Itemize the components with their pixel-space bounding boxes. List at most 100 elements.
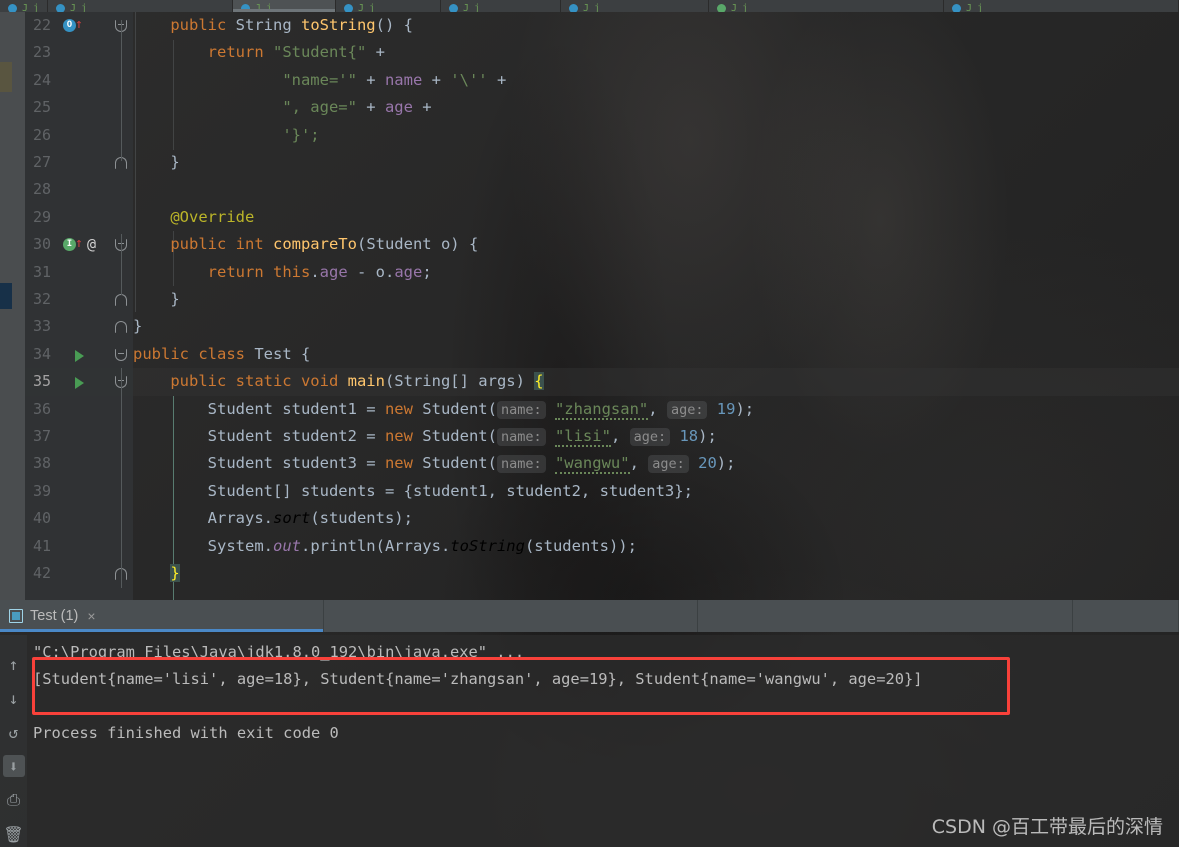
code-token: '\'' bbox=[450, 70, 488, 89]
navigate-up-arrow-icon[interactable]: ↑ bbox=[75, 18, 83, 32]
tab-label-glyph: J bbox=[731, 3, 738, 13]
code-line[interactable]: "name='" + name + '\'' + bbox=[133, 67, 1179, 94]
code-line[interactable]: Student[] students = {student1, student2… bbox=[133, 478, 1179, 505]
code-line[interactable]: public static void main(String[] args) { bbox=[133, 368, 1179, 396]
java-class-icon bbox=[569, 4, 578, 12]
editor-tab-strip[interactable]: JjJjJjJjJjJjJjJj bbox=[0, 0, 1179, 12]
fold-expand-icon[interactable] bbox=[115, 348, 127, 361]
code-token: name bbox=[384, 70, 423, 89]
parameter-hint-chip: name: bbox=[496, 428, 546, 446]
fold-connector-line bbox=[121, 234, 122, 295]
run-tab-bar[interactable]: Test (1) × bbox=[0, 600, 1179, 632]
code-token: @Override bbox=[170, 207, 255, 226]
parameter-hint-chip: age: bbox=[666, 400, 708, 419]
code-token: age bbox=[319, 262, 348, 281]
ide-window: JjJjJjJjJjJjJjJj 22 O ↑ 23 24 25 26 27 28 29 30 I ↑ @… bbox=[0, 0, 1179, 847]
code-line[interactable] bbox=[133, 176, 1179, 203]
code-line[interactable]: } bbox=[133, 149, 1179, 176]
code-token: (Student o) { bbox=[356, 235, 479, 254]
java-test-icon bbox=[717, 4, 726, 12]
code-token: Student student2 = bbox=[133, 427, 385, 445]
down-arrow-icon[interactable]: ↓ bbox=[3, 687, 25, 709]
java-class-icon bbox=[449, 4, 458, 12]
annotation-at-icon[interactable]: @ bbox=[87, 236, 96, 253]
tab-label-glyph: j bbox=[266, 3, 273, 13]
code-token: Student student3 = bbox=[133, 454, 385, 473]
close-icon[interactable]: × bbox=[87, 608, 95, 624]
java-class-icon bbox=[952, 4, 961, 12]
trash-icon[interactable]: 🗑 bbox=[3, 823, 25, 845]
editor-tab-0[interactable]: Jj bbox=[0, 0, 48, 12]
run-tool-window[interactable]: Test (1) × ↑ ↓ ↺ ⬇ ⎙ 🗑 "C:\Program Files\Java\… bbox=[0, 600, 1179, 847]
code-token: out bbox=[272, 536, 301, 555]
parameter-hint-chip: name: bbox=[496, 455, 546, 474]
code-token: public bbox=[170, 235, 236, 254]
code-token: } bbox=[133, 153, 180, 171]
code-token: "name='" bbox=[282, 70, 357, 89]
code-line[interactable]: } bbox=[133, 313, 1179, 340]
code-line[interactable]: System.out.println(Arrays.toString(stude… bbox=[133, 533, 1179, 560]
fold-end-icon[interactable] bbox=[115, 294, 127, 306]
code-line[interactable]: Arrays.sort(students); bbox=[133, 505, 1179, 532]
fold-end-icon[interactable] bbox=[115, 321, 127, 334]
code-line[interactable]: } bbox=[133, 560, 1179, 587]
editor-tab-3[interactable]: Jj bbox=[336, 0, 441, 12]
code-line[interactable]: } bbox=[133, 286, 1179, 313]
code-line[interactable]: '}'; bbox=[133, 122, 1179, 149]
parameter-hint-chip: age: bbox=[648, 455, 689, 474]
code-token: - o. bbox=[347, 262, 395, 281]
code-token: compareTo bbox=[272, 235, 357, 254]
stripe-marker-warning[interactable] bbox=[0, 62, 12, 92]
code-line[interactable]: ", age=" + age + bbox=[133, 94, 1179, 121]
code-line[interactable]: @Override bbox=[133, 204, 1179, 231]
code-token: new bbox=[384, 399, 423, 418]
run-gutter-icon[interactable] bbox=[75, 377, 84, 390]
editor-tab-1[interactable]: Jj bbox=[48, 0, 233, 12]
run-toolbar[interactable]: ↑ ↓ ↺ ⬇ ⎙ 🗑 bbox=[0, 635, 27, 847]
code-editor[interactable]: 22 O ↑ 23 24 25 26 27 28 29 30 I ↑ @31 32 33 34 35 36 37 38 3… bbox=[0, 12, 1179, 600]
code-token: public static void bbox=[170, 372, 348, 391]
code-token: (String[] args) bbox=[384, 372, 535, 391]
editor-tab-6[interactable]: Jj bbox=[709, 0, 944, 12]
code-token: age bbox=[394, 262, 423, 281]
editor-tab-4[interactable]: Jj bbox=[441, 0, 561, 12]
code-token: sort bbox=[272, 509, 311, 528]
code-folding-strip[interactable] bbox=[108, 12, 133, 600]
code-line[interactable]: public String toString() { bbox=[133, 12, 1179, 39]
editor-tab-7[interactable]: Jj bbox=[944, 0, 1179, 12]
editor-tab-5[interactable]: Jj bbox=[561, 0, 709, 12]
code-token: + bbox=[487, 70, 507, 89]
stripe-marker-caret[interactable] bbox=[0, 283, 12, 309]
code-line[interactable]: Student student3 = new Student(name: "wa… bbox=[133, 450, 1179, 477]
code-token: Student( bbox=[422, 399, 497, 418]
error-stripe-scrollbar[interactable] bbox=[0, 12, 12, 600]
code-token: Student student1 = bbox=[133, 399, 385, 418]
code-line[interactable]: public class Test { bbox=[133, 341, 1179, 368]
run-gutter-icon[interactable] bbox=[75, 349, 84, 362]
console-command-line: "C:\Program Files\Java\jdk1.8.0_192\bin\… bbox=[33, 643, 525, 661]
console-icon bbox=[9, 609, 23, 623]
navigate-up-arrow-icon[interactable]: ↑ bbox=[75, 237, 83, 251]
editor-tab-2[interactable]: Jj bbox=[233, 0, 336, 12]
code-token: } bbox=[170, 564, 180, 582]
tab-label-glyph: J bbox=[70, 3, 77, 13]
soft-wrap-icon[interactable]: ↺ bbox=[3, 721, 25, 743]
code-text-area[interactable]: public String toString() { return "Stude… bbox=[133, 12, 1179, 600]
code-line[interactable]: Student student2 = new Student(name: "li… bbox=[133, 423, 1179, 450]
code-line[interactable]: public int compareTo(Student o) { bbox=[133, 231, 1179, 258]
scroll-to-end-icon[interactable]: ⬇ bbox=[2, 755, 25, 777]
code-line[interactable]: Student student1 = new Student(name: "zh… bbox=[133, 396, 1179, 423]
code-line[interactable]: return "Student{" + bbox=[133, 39, 1179, 66]
code-line[interactable]: return this.age - o.age; bbox=[133, 259, 1179, 286]
watermark-text: CSDN @百工带最后的深情 bbox=[931, 816, 1163, 838]
run-tab-0[interactable]: Test (1) × bbox=[0, 600, 324, 632]
print-icon[interactable]: ⎙ bbox=[3, 789, 25, 811]
code-token: "wangwu" bbox=[554, 454, 630, 475]
up-arrow-icon[interactable]: ↑ bbox=[3, 653, 25, 675]
